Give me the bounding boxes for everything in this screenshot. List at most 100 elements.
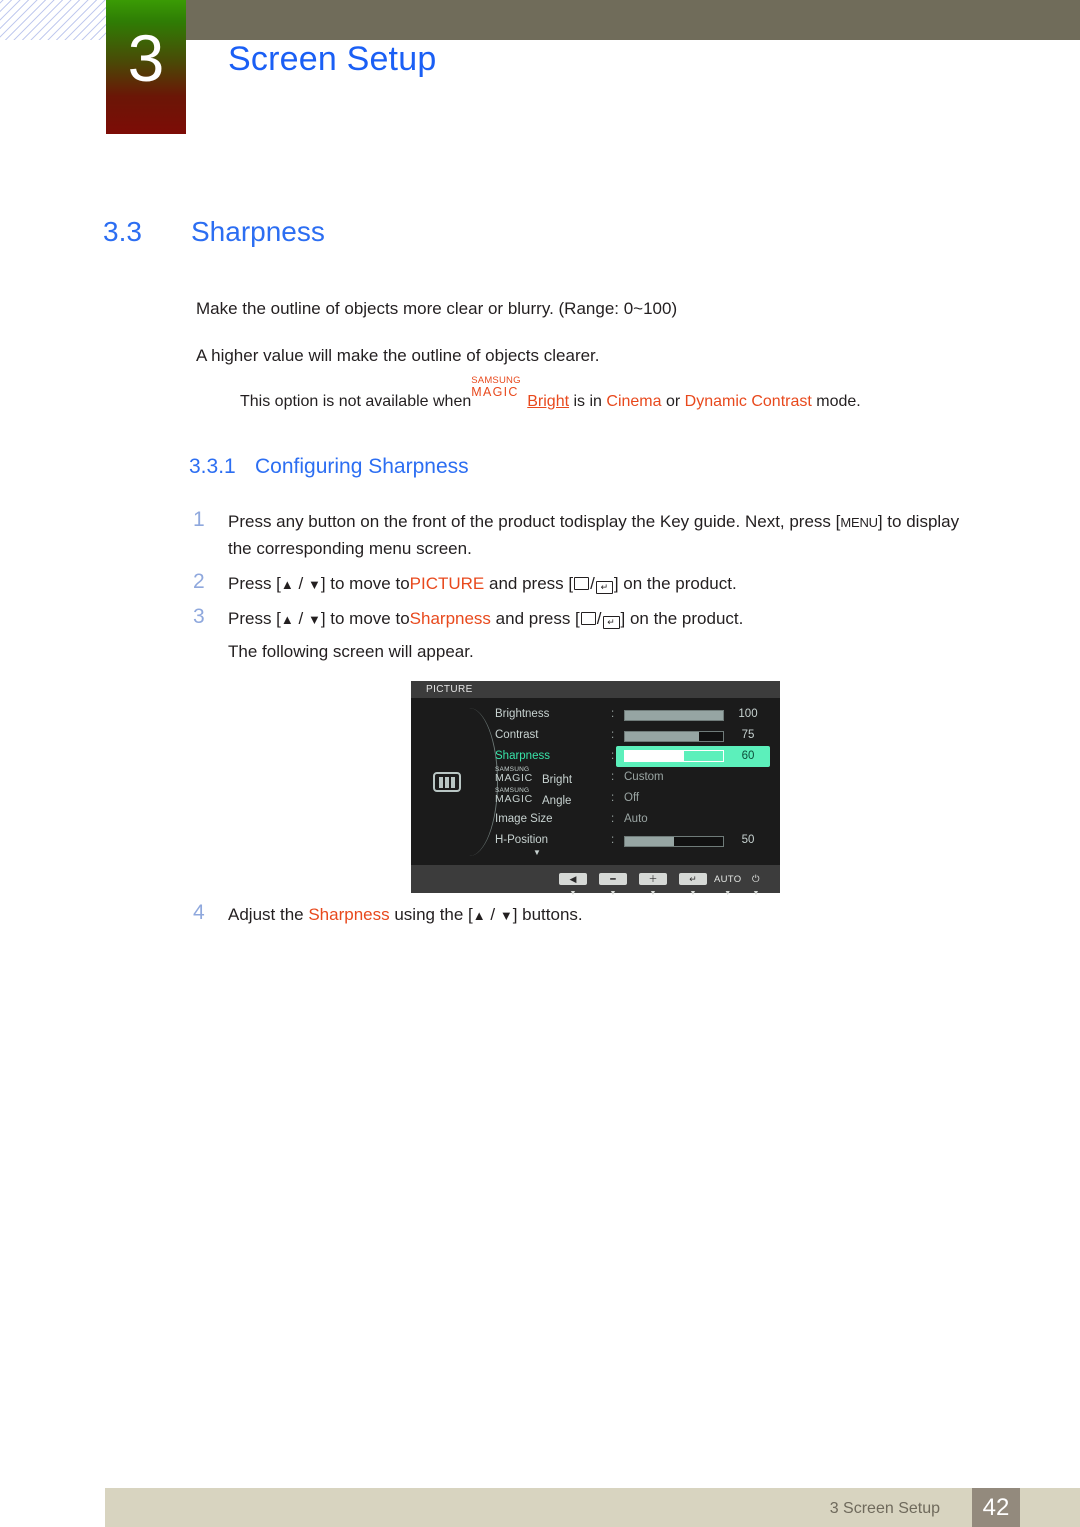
step-4-text: Adjust the Sharpness using the [▲ / ▼] b… [228, 902, 583, 929]
step2-tail: ] on the product. [613, 574, 737, 593]
osd-key-hint-triangle: ▼ [649, 890, 657, 897]
osd-colon: : [611, 834, 615, 846]
step2-post: and press [ [484, 574, 574, 593]
corner-hatch-pattern [0, 0, 108, 40]
note-tail-text: mode. [811, 393, 861, 410]
step-3-followup: The following screen will appear. [228, 642, 474, 661]
step4-pre: Adjust the [228, 905, 309, 924]
source-button-icon [580, 612, 596, 625]
osd-label-magic-angle: SAMSUNG MAGIC Angle [495, 787, 572, 807]
osd-label-image-size: Image Size [495, 813, 553, 825]
down-arrow-icon: ▼ [307, 577, 321, 592]
osd-row-h-position[interactable]: H-Position : 50 [411, 830, 780, 851]
osd-button-plus[interactable]: ＋ ▼ [639, 869, 667, 898]
osd-label-sharpness: Sharpness [495, 750, 550, 762]
source-button-icon [574, 577, 590, 590]
step2-sep: / [293, 574, 308, 593]
osd-value-h-position: 50 [741, 834, 755, 846]
subsection-heading: 3.3.1 Configuring Sharpness [189, 455, 469, 479]
step1-part-d: ] to display [877, 512, 960, 531]
enter-button-icon: ↵ [602, 616, 620, 629]
osd-button-auto[interactable]: AUTO ▼ [714, 869, 741, 898]
osd-magic-bottom: MAGIC [495, 772, 533, 784]
step1-part-a: Press any button on the front of the pro… [228, 512, 574, 531]
samsung-magic-wordmark: SAMSUNG MAGIC [471, 376, 527, 406]
minus-icon: ━ [599, 873, 627, 885]
up-arrow-icon: ▲ [472, 908, 486, 923]
osd-value-sharpness: 60 [741, 750, 755, 762]
osd-colon: : [611, 729, 615, 741]
osd-key-hint-triangle: ▼ [752, 890, 760, 897]
osd-key-hint-triangle: ▼ [724, 890, 732, 897]
osd-row-image-size[interactable]: Image Size : Auto [411, 809, 780, 830]
enter-button-icon: ↵ [595, 581, 613, 594]
osd-sharpness-highlight[interactable]: 60 [616, 746, 770, 767]
osd-colon: : [611, 771, 615, 783]
osd-samsung-magic-wordmark: SAMSUNG MAGIC [495, 766, 542, 784]
osd-title-bar: PICTURE [411, 681, 780, 698]
osd-value-brightness: 100 [738, 708, 758, 720]
osd-key-hint-triangle: ▼ [689, 890, 697, 897]
step2-slash: / [590, 574, 595, 593]
osd-slider-h-position[interactable] [624, 836, 724, 847]
osd-button-minus[interactable]: ━ ▼ [599, 869, 627, 898]
osd-magic-angle-word: Angle [542, 795, 572, 807]
step-2-text: Press [▲ / ▼] to move toPICTURE and pres… [228, 571, 737, 598]
section-heading: 3.3 Sharpness [103, 216, 325, 248]
note-mode-dynamic-contrast: Dynamic Contrast [684, 393, 812, 410]
osd-row-magic-angle[interactable]: SAMSUNG MAGIC Angle : Off [411, 787, 780, 809]
samsung-magic-bottom: MAGIC [471, 385, 519, 399]
step3-mid: ] to move to [320, 609, 410, 628]
osd-colon: : [611, 750, 615, 762]
osd-slider-contrast[interactable] [624, 731, 724, 742]
osd-magic-bottom: MAGIC [495, 793, 533, 805]
auto-label: AUTO [714, 874, 742, 885]
availability-note: This option is not available when SAMSUNG… [240, 376, 861, 411]
osd-value-contrast: 75 [741, 729, 755, 741]
osd-button-bar: ◀ ▼ ━ ▼ ＋ ▼ ↵ ▼ AUTO ▼ ⏻ ▼ [411, 865, 780, 897]
osd-key-hint-triangle: ▼ [569, 890, 577, 897]
step3-pre: Press [ [228, 609, 281, 628]
up-arrow-icon: ▲ [280, 612, 294, 627]
osd-value-image-size: Auto [624, 813, 648, 825]
left-arrow-icon: ◀ [559, 873, 587, 885]
step4-mid: using the [ [389, 905, 473, 924]
osd-button-enter[interactable]: ↵ ▼ [679, 869, 707, 898]
plus-icon: ＋ [639, 873, 667, 885]
note-bright-link: Bright [527, 393, 570, 410]
osd-value-magic-angle: Off [624, 792, 640, 804]
osd-magic-bright-word: Bright [542, 774, 573, 786]
osd-row-brightness[interactable]: Brightness : 100 [411, 704, 780, 725]
step3-slash: / [596, 609, 602, 628]
step1-part-b: display the Key guide. Ne [573, 512, 767, 531]
osd-colon: : [611, 792, 615, 804]
osd-row-magic-bright[interactable]: SAMSUNG MAGIC Bright : Custom [411, 766, 780, 788]
osd-label-contrast: Contrast [495, 729, 539, 741]
down-arrow-icon: ▼ [499, 908, 513, 923]
osd-label-brightness: Brightness [495, 708, 550, 720]
menu-key-label: MENU [840, 515, 878, 530]
note-mid-text: is in [569, 393, 607, 410]
osd-button-left[interactable]: ◀ ▼ [559, 869, 587, 898]
page-number-box: 42 [972, 1488, 1020, 1527]
osd-row-contrast[interactable]: Contrast : 75 [411, 725, 780, 746]
step-number-2: 2 [193, 570, 205, 593]
step1-part-c: xt, press [ [766, 512, 841, 531]
osd-samsung-magic-wordmark: SAMSUNG MAGIC [495, 787, 542, 805]
note-lead-text: This option is not available when [240, 393, 472, 410]
footer-chapter-label: 3 Screen Setup [829, 1500, 940, 1517]
osd-scroll-down-icon[interactable]: ▼ [533, 848, 541, 857]
section-title: Sharpness [191, 216, 325, 247]
step3-sep: / [293, 609, 308, 628]
osd-key-hint-triangle: ▼ [609, 890, 617, 897]
down-arrow-icon: ▼ [307, 612, 321, 627]
paragraph-range: Make the outline of objects more clear o… [196, 299, 678, 318]
osd-button-power[interactable]: ⏻ ▼ [752, 869, 760, 898]
osd-colon: : [611, 708, 615, 720]
step-number-4: 4 [193, 901, 205, 924]
step3-post: and press [ [490, 609, 580, 628]
osd-slider-sharpness[interactable] [624, 750, 724, 762]
osd-menu-screenshot: PICTURE Brightness : 100 Contrast : 75 S… [411, 681, 780, 897]
step2-pre: Press [ [228, 574, 281, 593]
osd-slider-brightness[interactable] [624, 710, 724, 721]
